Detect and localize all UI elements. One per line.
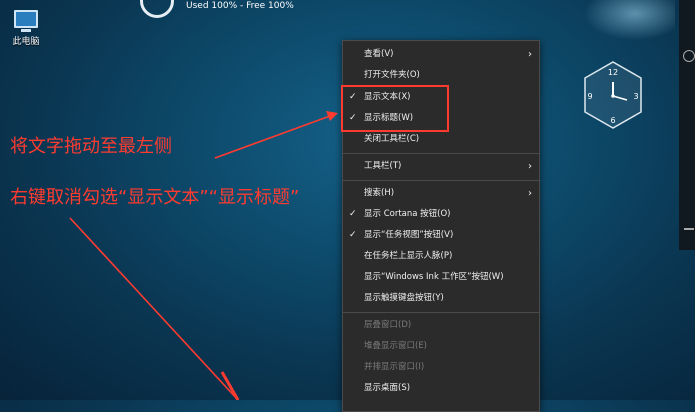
menu-item-people[interactable]: 在任务栏上显示人脉(P) (343, 246, 539, 267)
arrow-line-1 (214, 115, 331, 159)
menu-item-close-toolbar[interactable]: 关闭工具栏(C) (343, 129, 539, 150)
menu-separator (343, 180, 539, 181)
monitor-stand (21, 29, 31, 32)
panel-dash-icon (684, 228, 694, 230)
clock-num-6: 6 (610, 116, 615, 125)
monitor-icon (14, 10, 38, 28)
check-icon: ✓ (349, 230, 357, 240)
clock-hexagon-icon: 12 3 6 9 (584, 61, 642, 129)
desktop: 此电脑 Used 100% - Free 100% 12 3 6 9 将文字拖动… (0, 0, 695, 412)
submenu-arrow-icon: › (528, 49, 532, 60)
menu-item-touch-keyboard[interactable]: 显示触摸键盘按钮(Y) (343, 288, 539, 309)
right-side-panel (679, 0, 695, 250)
annotation-drag-text: 将文字拖动至最左侧 (10, 136, 172, 157)
disk-status-text: Used 100% - Free 100% (186, 1, 294, 11)
this-pc-label: 此电脑 (12, 37, 40, 47)
menu-item-task-view-button[interactable]: ✓ 显示“任务视图”按钮(V) (343, 225, 539, 246)
menu-item-cascade-windows: 层叠窗口(D) (364, 320, 412, 330)
panel-circle-icon (683, 50, 695, 62)
disk-usage-ring-icon (140, 0, 174, 18)
menu-separator (343, 312, 539, 313)
menu-item-view[interactable]: 查看(V) › (343, 44, 539, 65)
arrow-head-2 (220, 371, 240, 400)
menu-item-windows-ink[interactable]: 显示“Windows Ink 工作区”按钮(W) (343, 267, 539, 288)
clock-num-3: 3 (633, 92, 638, 101)
menu-item-cortana-button[interactable]: ✓ 显示 Cortana 按钮(O) (343, 204, 539, 225)
clock-widget[interactable]: 12 3 6 9 (582, 60, 644, 130)
menu-separator (343, 153, 539, 154)
this-pc-desktop-icon[interactable]: 此电脑 (8, 10, 44, 47)
menu-item-toolbars[interactable]: 工具栏(T) › (343, 156, 539, 177)
clock-num-9: 9 (587, 92, 592, 101)
menu-item-show-desktop[interactable]: 显示桌面(S) (343, 378, 539, 399)
clock-num-12: 12 (608, 68, 618, 77)
annotation-uncheck-text: 右键取消勾选“显示文本”“显示标题” (10, 187, 300, 208)
menu-item-search[interactable]: 搜索(H) › (343, 183, 539, 204)
submenu-arrow-icon: › (528, 161, 532, 172)
highlight-box (341, 85, 449, 132)
submenu-arrow-icon: › (528, 188, 532, 199)
check-icon: ✓ (349, 209, 357, 219)
menu-item-stack-windows: 堆叠显示窗口(E) (364, 341, 428, 351)
wallpaper-figure (575, 0, 675, 45)
arrow-line-2 (69, 217, 239, 400)
arrow-head-1 (326, 111, 338, 121)
menu-item-open-folder[interactable]: 打开文件夹(O) (343, 65, 539, 86)
menu-item-side-by-side-windows: 并排显示窗口(I) (364, 362, 425, 372)
